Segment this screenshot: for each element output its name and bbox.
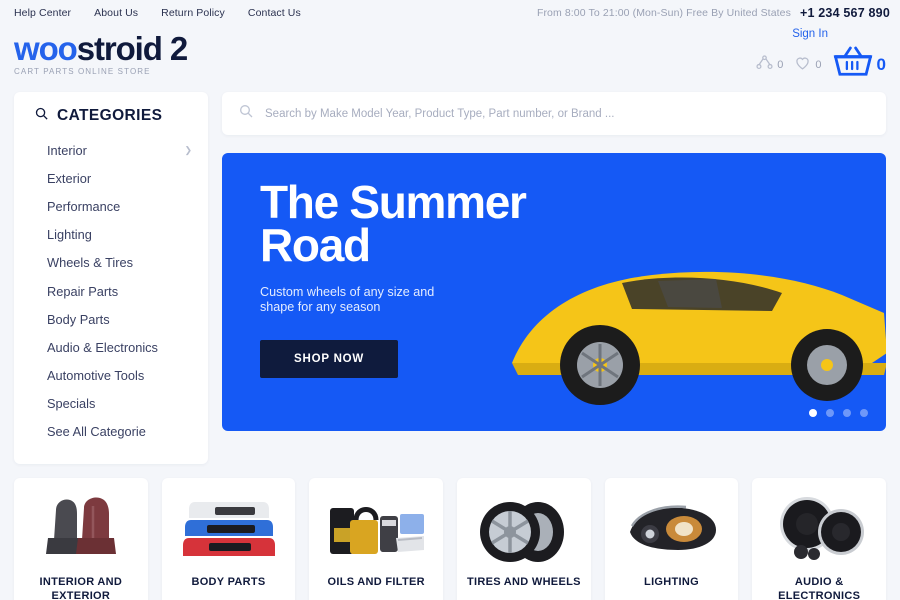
cart-button[interactable]: 0 <box>832 44 886 85</box>
card-label: OILS AND FILTER <box>327 576 425 589</box>
card-oils-filter[interactable]: OILS AND FILTER <box>309 478 444 600</box>
site-header: woostroid 2 CART PARTS ONLINE STORE Sign… <box>0 26 900 92</box>
top-links: Help Center About Us Return Policy Conta… <box>14 7 301 19</box>
card-interior-exterior[interactable]: INTERIOR AND EXTERIOR <box>14 478 148 600</box>
page-content: CATEGORIES Interior ❯ Exterior Performan… <box>0 92 900 465</box>
carousel-dot-3[interactable] <box>843 409 851 417</box>
sidebar-item-interior[interactable]: Interior ❯ <box>14 136 208 164</box>
oil-filter-icon <box>324 490 428 568</box>
sign-in-link[interactable]: Sign In <box>792 28 828 40</box>
sidebar-item-label: Repair Parts <box>47 283 119 299</box>
categories-title: CATEGORIES <box>57 107 163 124</box>
brand-name-secondary: stroid 2 <box>76 30 188 67</box>
sidebar-item-specials[interactable]: Specials <box>14 390 208 418</box>
speakers-icon <box>769 490 869 568</box>
logo[interactable]: woostroid 2 CART PARTS ONLINE STORE <box>14 30 188 76</box>
sidebar-item-label: Specials <box>47 396 96 412</box>
category-cards-row: INTERIOR AND EXTERIOR BODY PARTS OILS AN… <box>0 464 900 600</box>
category-list: Interior ❯ Exterior Performance Lighting… <box>14 136 208 446</box>
compare-count: 0 <box>777 58 784 71</box>
card-label: LIGHTING <box>644 576 699 589</box>
card-label: TIRES AND WHEELS <box>466 576 581 589</box>
heart-icon <box>793 53 812 77</box>
basket-icon <box>832 44 874 85</box>
hero-banner: The Summer Road Custom wheels of any siz… <box>222 153 886 431</box>
categories-sidebar: CATEGORIES Interior ❯ Exterior Performan… <box>14 92 208 465</box>
sidebar-item-label: Wheels & Tires <box>47 255 134 271</box>
cart-count: 0 <box>876 54 886 74</box>
header-actions: Sign In 0 0 0 <box>755 28 886 85</box>
hero-copy: The Summer Road Custom wheels of any siz… <box>222 153 552 378</box>
wheels-icon <box>476 490 572 568</box>
brand-name-primary: woo <box>14 30 78 67</box>
top-link-return-policy[interactable]: Return Policy <box>161 7 225 19</box>
sidebar-item-label: See All Categorie <box>47 424 146 440</box>
chevron-right-icon: ❯ <box>184 144 192 155</box>
sidebar-item-body-parts[interactable]: Body Parts <box>14 305 208 333</box>
brand-name: woostroid 2 <box>14 30 188 67</box>
carousel-dot-4[interactable] <box>860 409 868 417</box>
hero-title-line2: Road <box>260 218 371 271</box>
carousel-dot-2[interactable] <box>826 409 834 417</box>
categories-heading: CATEGORIES <box>14 106 208 136</box>
carousel-dot-1[interactable] <box>809 409 817 417</box>
sidebar-item-see-all[interactable]: See All Categorie <box>14 418 208 446</box>
search-input[interactable] <box>265 107 870 120</box>
main-column: The Summer Road Custom wheels of any siz… <box>222 92 886 464</box>
car-seats-icon <box>38 490 124 568</box>
brand-tagline: CART PARTS ONLINE STORE <box>14 67 151 76</box>
sidebar-item-audio-electronics[interactable]: Audio & Electronics <box>14 333 208 361</box>
shop-now-button[interactable]: SHOP NOW <box>260 340 399 378</box>
sidebar-item-wheels-tires[interactable]: Wheels & Tires <box>14 249 208 277</box>
wishlist-count: 0 <box>815 58 822 71</box>
sidebar-item-label: Performance <box>47 198 121 214</box>
top-utility-bar: Help Center About Us Return Policy Conta… <box>0 0 900 26</box>
sidebar-item-repair-parts[interactable]: Repair Parts <box>14 277 208 305</box>
sidebar-item-label: Automotive Tools <box>47 368 145 384</box>
sidebar-item-label: Interior <box>47 142 87 158</box>
card-label: BODY PARTS <box>191 576 266 589</box>
card-audio-electronics[interactable]: AUDIO & ELECTRONICS <box>752 478 887 600</box>
card-label: AUDIO & ELECTRONICS <box>778 576 861 600</box>
hero-title-line1: The Summer <box>260 176 527 228</box>
card-lighting[interactable]: LIGHTING <box>604 478 739 600</box>
wishlist-button[interactable]: 0 <box>793 53 822 77</box>
hero-title: The Summer Road <box>260 176 552 271</box>
top-link-about-us[interactable]: About Us <box>94 7 138 19</box>
search-bar[interactable] <box>222 92 886 135</box>
sidebar-item-label: Audio & Electronics <box>47 339 158 355</box>
sidebar-item-label: Body Parts <box>47 311 110 327</box>
compare-icon <box>755 53 774 77</box>
card-tires-wheels[interactable]: TIRES AND WHEELS <box>457 478 591 600</box>
sidebar-item-label: Lighting <box>47 227 92 243</box>
hero-subtitle: Custom wheels of any size and shape for … <box>260 284 435 315</box>
card-body-parts[interactable]: BODY PARTS <box>161 478 296 600</box>
store-hours: From 8:00 To 21:00 (Mon-Sun) Free By Uni… <box>536 7 791 19</box>
search-icon <box>34 106 49 126</box>
headlight-icon <box>622 490 722 568</box>
top-link-contact-us[interactable]: Contact Us <box>248 7 301 19</box>
sidebar-item-performance[interactable]: Performance <box>14 192 208 220</box>
sidebar-item-automotive-tools[interactable]: Automotive Tools <box>14 362 208 390</box>
bumpers-icon <box>181 490 277 568</box>
compare-button[interactable]: 0 <box>755 53 783 77</box>
phone-number[interactable]: +1 234 567 890 <box>800 6 890 20</box>
search-icon <box>238 103 254 124</box>
top-contact-info: From 8:00 To 21:00 (Mon-Sun) Free By Uni… <box>537 6 890 20</box>
top-link-help-center[interactable]: Help Center <box>14 7 71 19</box>
sidebar-item-exterior[interactable]: Exterior <box>14 164 208 192</box>
sidebar-item-label: Exterior <box>47 170 92 186</box>
card-label: INTERIOR AND EXTERIOR <box>39 576 123 600</box>
sidebar-item-lighting[interactable]: Lighting <box>14 221 208 249</box>
carousel-dots <box>809 409 868 417</box>
